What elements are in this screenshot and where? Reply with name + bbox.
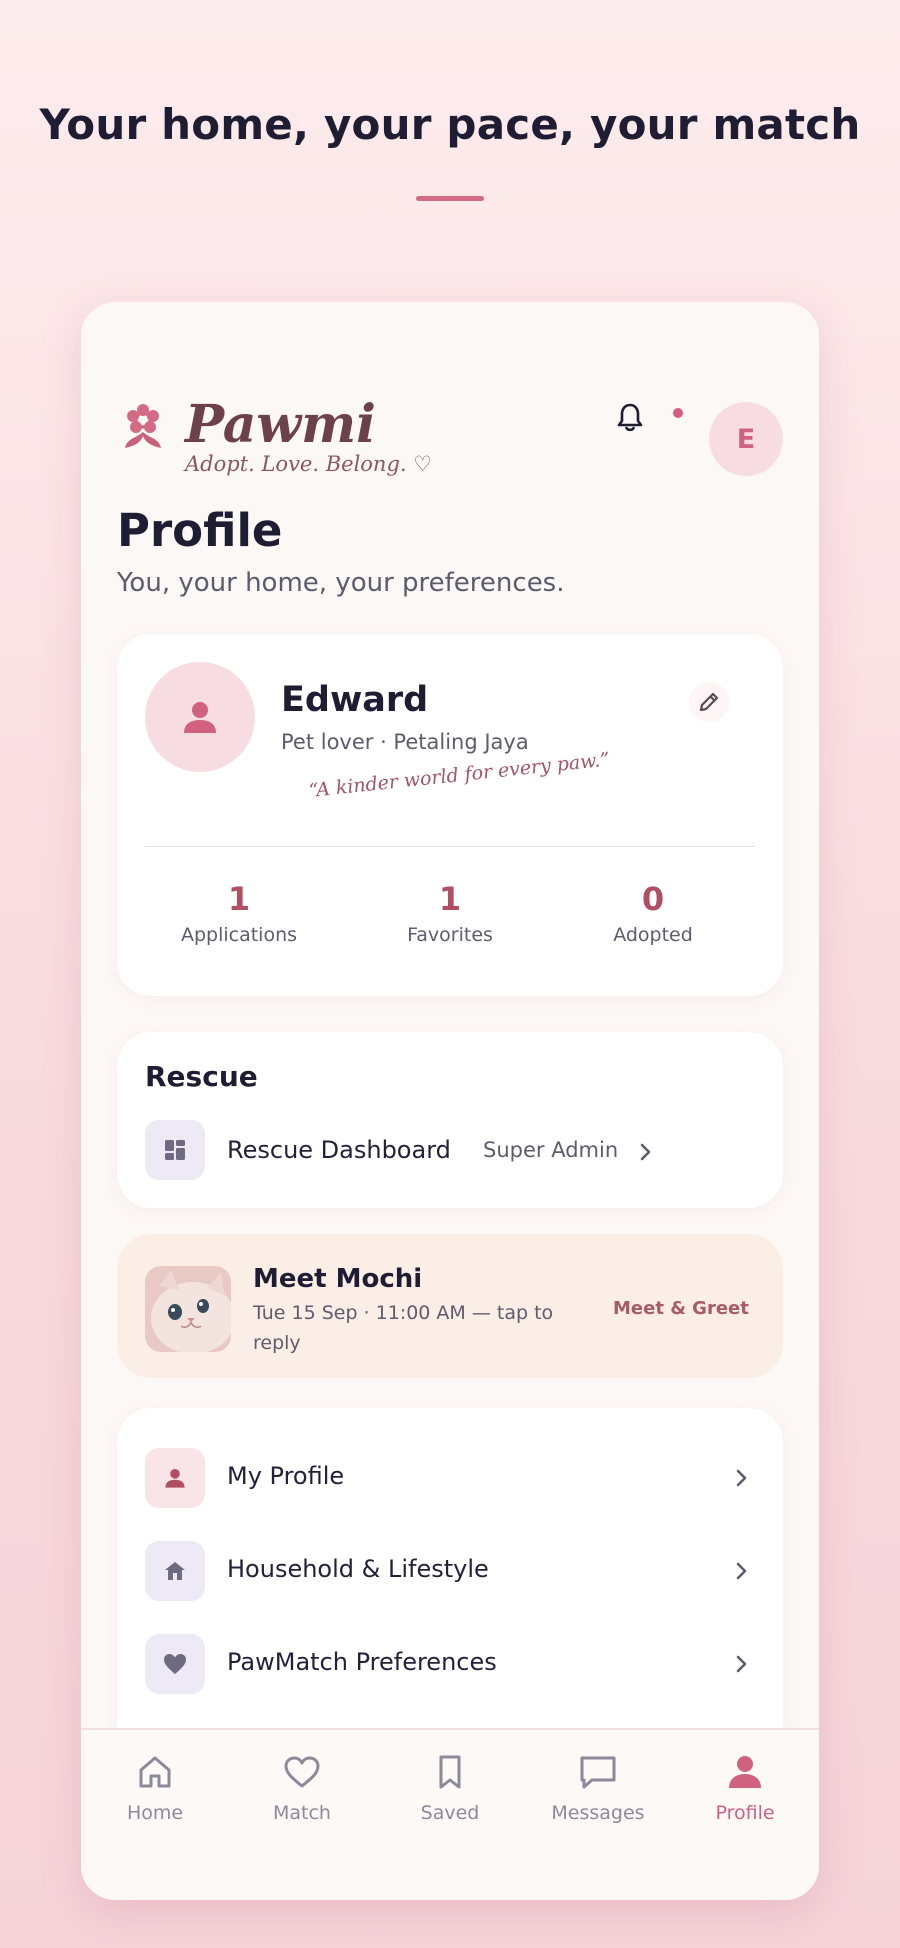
person-icon: [145, 1448, 205, 1508]
rescue-card: Rescue Rescue Dashboard Super Admin: [117, 1032, 783, 1208]
stat-value: 1: [227, 880, 251, 918]
nav-label: Saved: [420, 1802, 480, 1824]
menu-item-household[interactable]: Household & Lifestyle: [117, 1541, 783, 1601]
bell-icon[interactable]: [617, 402, 643, 432]
phone-frame: Pawmi Adopt. Love. Belong. ♡ E Profile Y…: [81, 302, 819, 1900]
stat-value: 1: [438, 880, 462, 918]
meet-greet-card[interactable]: Meet Mochi Tue 15 Sep · 11:00 AM — tap t…: [117, 1234, 783, 1378]
stat-adopted[interactable]: 0 Adopted: [553, 880, 753, 946]
rescue-dashboard-label: Rescue Dashboard: [227, 1136, 451, 1164]
page-title: Profile: [117, 504, 283, 557]
menu-card: My Profile Household & Lifestyle PawMatc…: [117, 1408, 783, 1728]
profile-meta: Pet lover · Petaling Jaya: [281, 730, 529, 754]
nav-home[interactable]: Home: [81, 1752, 229, 1824]
flower-logo-icon: [125, 404, 161, 448]
person-icon: [729, 1756, 761, 1788]
nav-messages[interactable]: Messages: [524, 1752, 672, 1824]
person-icon: [184, 702, 216, 733]
menu-item-pawmatch[interactable]: PawMatch Preferences: [117, 1634, 783, 1694]
user-avatar[interactable]: E: [709, 402, 783, 476]
menu-item-label: PawMatch Preferences: [227, 1648, 497, 1676]
nav-profile[interactable]: Profile: [671, 1752, 819, 1824]
brand-name: Pawmi: [185, 394, 376, 455]
profile-name: Edward: [281, 680, 429, 720]
bottom-nav: Home Match Saved Messages Profile: [81, 1728, 819, 1900]
meet-subtitle: Tue 15 Sep · 11:00 AM — tap to reply: [253, 1302, 554, 1354]
notification-dot: [673, 408, 683, 418]
nav-label: Messages: [551, 1802, 645, 1824]
cat-photo: [145, 1266, 231, 1352]
nav-label: Home: [126, 1802, 184, 1824]
headline-rule: [416, 196, 484, 201]
divider: [145, 846, 755, 847]
profile-quote: “A kinder world for every paw.”: [307, 748, 611, 802]
stat-label: Adopted: [613, 924, 693, 946]
rescue-dashboard-row[interactable]: Rescue Dashboard Super Admin: [117, 1120, 783, 1184]
brand-tagline: Adopt. Love. Belong. ♡: [185, 452, 433, 476]
nav-match[interactable]: Match: [228, 1752, 376, 1824]
heart-icon: [145, 1634, 205, 1694]
stat-value: 0: [641, 880, 665, 918]
chevron-right-icon: [736, 1562, 747, 1580]
profile-avatar[interactable]: [145, 662, 255, 772]
heart-outline-icon: [284, 1756, 320, 1788]
home-icon: [145, 1541, 205, 1601]
page-subtitle: You, your home, your preferences.: [117, 568, 565, 598]
nav-label: Profile: [715, 1802, 775, 1824]
stat-favorites[interactable]: 1 Favorites: [350, 880, 550, 946]
menu-item-my-profile[interactable]: My Profile: [117, 1448, 783, 1508]
chevron-right-icon: [736, 1469, 747, 1487]
stat-label: Favorites: [407, 924, 493, 946]
stat-label: Applications: [180, 924, 298, 946]
headline: Your home, your pace, your match: [39, 100, 861, 149]
role-badge: Super Admin: [483, 1138, 619, 1162]
chevron-right-icon: [736, 1655, 747, 1673]
menu-item-label: Household & Lifestyle: [227, 1555, 489, 1583]
nav-label: Match: [273, 1802, 331, 1824]
menu-item-label: My Profile: [227, 1462, 345, 1490]
dashboard-icon: [145, 1120, 205, 1180]
meet-title: Meet Mochi: [253, 1264, 423, 1294]
home-outline-icon: [139, 1756, 171, 1788]
profile-card: Edward Pet lover · Petaling Jaya “A kind…: [117, 634, 783, 996]
meet-type-tag: Meet & Greet: [613, 1298, 749, 1319]
bookmark-icon: [439, 1755, 461, 1789]
edit-profile-button[interactable]: [689, 682, 729, 722]
pencil-icon: [699, 692, 719, 712]
nav-saved[interactable]: Saved: [376, 1752, 524, 1824]
chevron-right-icon: [640, 1143, 651, 1161]
rescue-section-title: Rescue: [145, 1060, 258, 1093]
chat-icon: [580, 1756, 616, 1789]
stat-applications[interactable]: 1 Applications: [139, 880, 339, 946]
